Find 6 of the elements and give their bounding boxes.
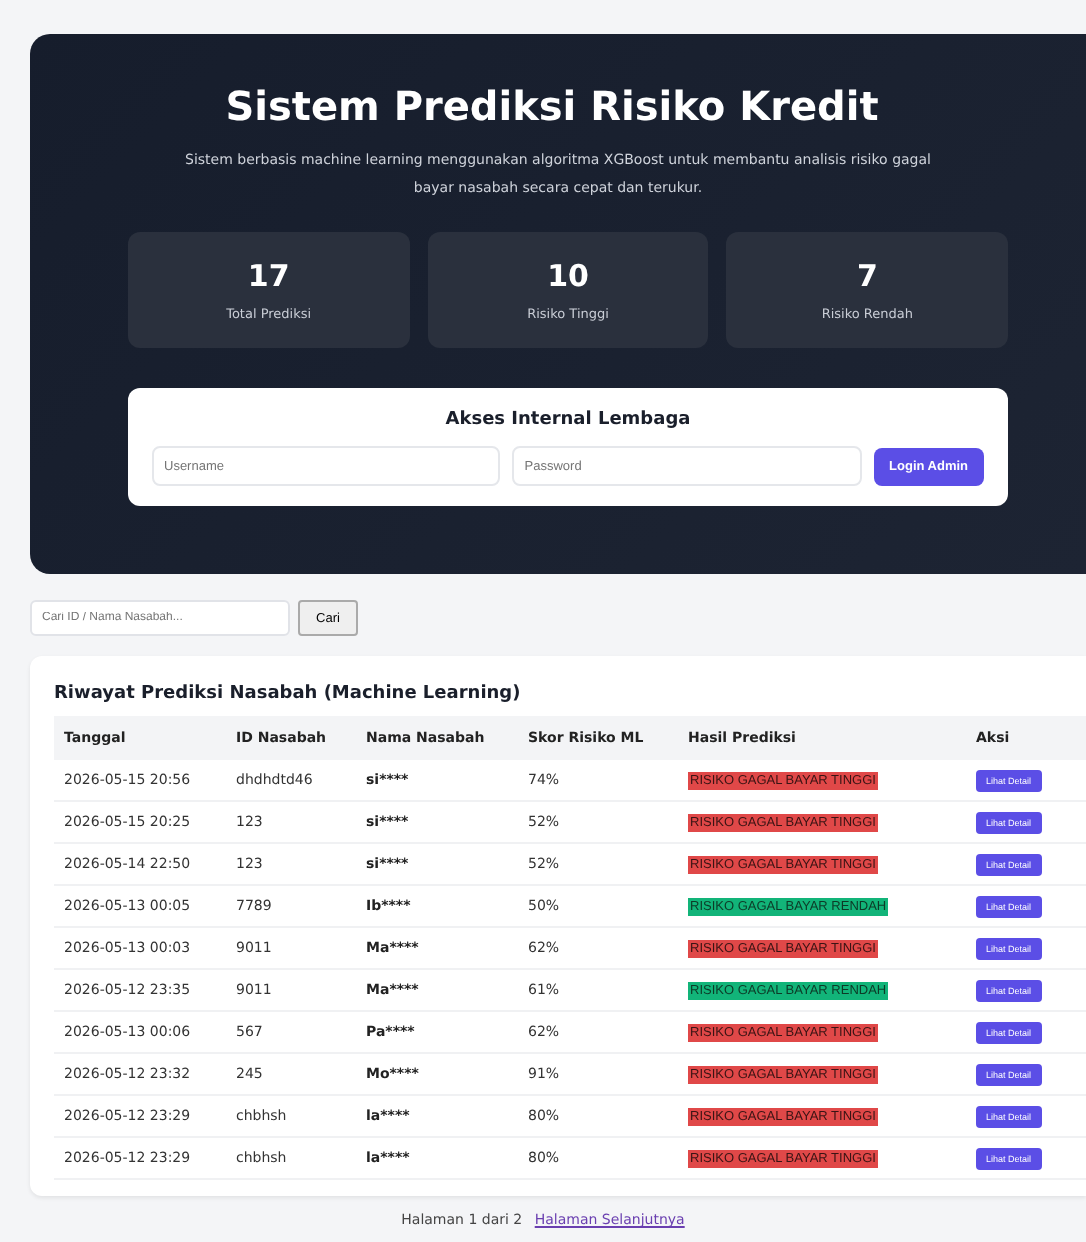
stat-value: 17 — [247, 258, 290, 294]
page-title: Sistem Prediksi Risiko Kredit — [223, 82, 881, 130]
table-title: Riwayat Prediksi Nasabah (Machine Learning) — [54, 684, 523, 704]
stat-value: 7 — [856, 258, 878, 294]
login-title: Akses Internal Lembaga — [443, 410, 693, 430]
stat-value: 10 — [547, 258, 589, 294]
